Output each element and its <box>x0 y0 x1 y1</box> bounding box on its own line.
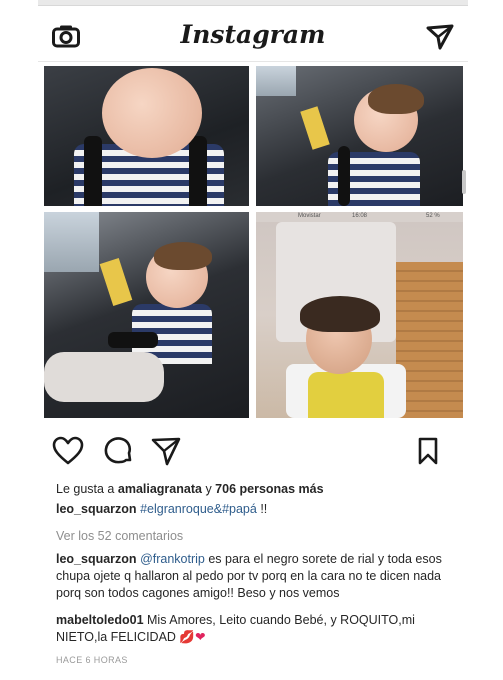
comment-item: leo_squarzon @frankotrip es para el negr… <box>56 551 456 602</box>
seat-belt <box>84 136 102 206</box>
share-icon[interactable] <box>150 436 184 468</box>
likes-line: Le gusta a amaliagranata y 706 personas … <box>56 481 456 498</box>
instagram-post-view: Instagram Movistar 16:08 52 % Le gusta a… <box>38 0 468 680</box>
photo-baby-seat-full <box>44 212 249 418</box>
seat-label <box>300 106 330 150</box>
comment-username[interactable]: leo_squarzon <box>56 552 137 566</box>
seat-belt <box>338 146 350 206</box>
comment-username[interactable]: mabeltoledo01 <box>56 613 144 627</box>
seat-label <box>99 257 133 307</box>
comment-mention[interactable]: @frankotrip <box>140 552 205 566</box>
post-action-bar <box>38 428 468 476</box>
time-text: 16:08 <box>352 213 368 219</box>
view-all-comments-link[interactable]: Ver los 52 comentarios <box>56 528 456 545</box>
post-photo-collage[interactable]: Movistar 16:08 52 % <box>44 66 463 418</box>
liker-username[interactable]: amaliagranata <box>118 482 202 496</box>
photo-vintage-baby: Movistar 16:08 52 % <box>256 212 463 418</box>
post-timestamp: HACE 6 HORAS <box>56 655 128 665</box>
likes-count[interactable]: 706 personas más <box>215 482 323 496</box>
seat-buckle <box>108 332 158 348</box>
caption-username[interactable]: leo_squarzon <box>56 502 137 516</box>
wooden-chair <box>396 262 463 418</box>
seat-belt <box>189 136 207 206</box>
kiss-emoji-icon: 💋 <box>179 630 195 644</box>
baby-hair <box>154 242 212 270</box>
baby-legs <box>44 352 164 402</box>
likes-prefix: Le gusta a <box>56 482 115 496</box>
photo-baby-side <box>256 66 463 206</box>
likes-connector: y <box>205 482 212 496</box>
caption-hashtags[interactable]: #elgranroque&#papá <box>140 502 257 516</box>
caption-suffix: !! <box>260 502 268 516</box>
app-header: Instagram <box>38 6 468 62</box>
instagram-logo: Instagram <box>180 20 326 49</box>
battery-text: 52 % <box>426 213 440 219</box>
baby-hair <box>300 296 380 332</box>
yellow-vest <box>308 372 384 418</box>
baby-face <box>102 68 202 158</box>
photo-baby-closeup <box>44 66 249 206</box>
bookmark-icon[interactable] <box>416 436 450 468</box>
heart-icon[interactable] <box>52 436 86 468</box>
car-window <box>256 66 296 96</box>
paper-plane-icon[interactable] <box>426 24 454 50</box>
baby-hair <box>368 84 424 114</box>
post-caption: leo_squarzon #elgranroque&#papá !! <box>56 501 456 518</box>
car-window <box>44 212 99 272</box>
inner-phone-status: Movistar 16:08 52 % <box>256 212 463 222</box>
carrier-text: Movistar <box>298 213 321 219</box>
comment-item: mabeltoledo01 Mis Amores, Leito cuando B… <box>56 612 456 646</box>
red-heart-emoji-icon: ❤ <box>195 630 206 644</box>
scrollbar-thumb[interactable] <box>462 170 466 194</box>
comment-icon[interactable] <box>102 436 136 468</box>
